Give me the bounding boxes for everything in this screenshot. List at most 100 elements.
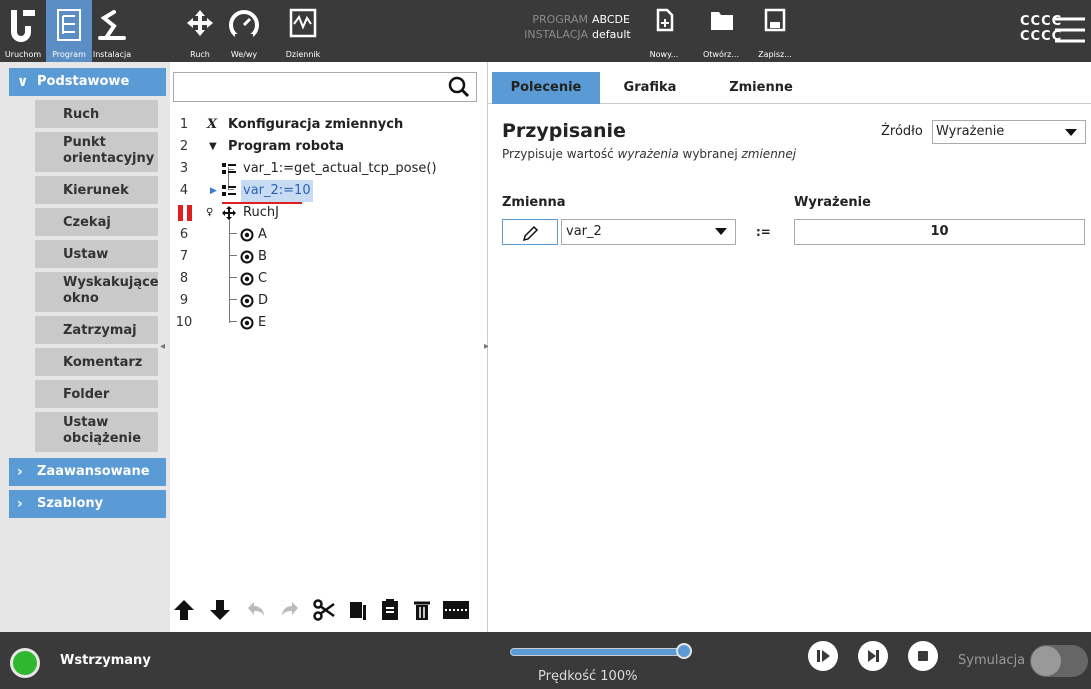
chevron-down-icon: ∨	[17, 74, 29, 90]
robot-status-icon[interactable]	[10, 648, 40, 678]
command-label: Wyskakujące okno	[63, 275, 159, 306]
tree-row-selected[interactable]: 4 ▶ var_2:=10	[170, 180, 488, 202]
expand-down-icon[interactable]: ▼	[209, 136, 217, 158]
desc-text: Przypisuje wartość	[502, 147, 618, 161]
command-comment[interactable]: Komentarz	[35, 348, 158, 378]
waypoint-icon	[240, 250, 254, 264]
tab-run[interactable]: Uruchom	[0, 0, 46, 62]
command-label: Folder	[63, 387, 110, 402]
tab-command[interactable]: Polecenie	[492, 72, 600, 104]
command-move[interactable]: Ruch	[35, 100, 158, 130]
tab-log[interactable]: Dziennik	[282, 0, 324, 62]
tree-row[interactable]: ♀ RuchJ	[170, 202, 488, 224]
open-program-button[interactable]: Otwórz...	[698, 0, 744, 62]
source-select[interactable]: Wyrażenie	[932, 120, 1086, 144]
suppress-icon[interactable]	[442, 598, 470, 622]
installation-label: INSTALACJA	[524, 28, 588, 41]
command-popup[interactable]: Wyskakujące okno	[35, 272, 159, 314]
collapse-pin-icon[interactable]: ♀	[206, 202, 213, 224]
move-down-icon[interactable]	[208, 598, 232, 622]
tab-run-label: Uruchom	[4, 50, 42, 59]
waypoint-icon	[240, 228, 254, 242]
line-number: 3	[179, 161, 189, 176]
installation-name: default	[592, 28, 631, 41]
program-info: PROGRAM ABCDE INSTALACJA default	[512, 12, 631, 42]
speed-slider-handle[interactable]	[676, 643, 692, 659]
tab-variables[interactable]: Zmienne	[706, 72, 816, 104]
tree-row[interactable]: 6 A	[170, 224, 488, 246]
tree-row[interactable]: 3 var_1:=get_actual_tcp_pose()	[170, 158, 488, 180]
move-up-icon[interactable]	[172, 598, 196, 622]
toggle-knob	[1031, 646, 1061, 676]
command-direction[interactable]: Kierunek	[35, 176, 158, 206]
tab-graphics[interactable]: Grafika	[600, 72, 700, 104]
line-number: 10	[175, 315, 193, 330]
robot-arm-icon	[98, 10, 126, 40]
tree-row-text: A	[258, 227, 267, 242]
move-joint-icon	[222, 206, 236, 220]
category-templates[interactable]: › Szablony	[9, 490, 166, 518]
speed-slider-track[interactable]	[510, 648, 686, 656]
paste-icon[interactable]	[378, 598, 402, 622]
new-program-label: Nowy...	[649, 50, 679, 59]
copy-icon[interactable]	[346, 598, 370, 622]
variable-select[interactable]: var_2	[561, 219, 736, 245]
redo-icon[interactable]	[278, 598, 302, 622]
command-set[interactable]: Ustaw	[35, 240, 158, 270]
tree-row[interactable]: 7 B	[170, 246, 488, 268]
undo-icon[interactable]	[244, 598, 268, 622]
tree-row-text: E	[258, 315, 267, 330]
delete-icon[interactable]	[410, 598, 434, 622]
hamburger-menu-icon[interactable]	[1055, 16, 1085, 44]
tab-installation[interactable]: Instalacja	[92, 0, 132, 62]
category-advanced-label: Zaawansowane	[37, 464, 150, 479]
stop-button[interactable]	[908, 641, 938, 671]
detail-tabs: Polecenie Grafika Zmienne	[488, 72, 1091, 104]
command-palette: ∨ Podstawowe Ruch Punkt orientacyjny Kie…	[0, 62, 170, 632]
category-basic[interactable]: ∨ Podstawowe	[9, 68, 166, 96]
move-arrows-icon	[187, 10, 213, 36]
command-label: Zatrzymaj	[63, 323, 137, 338]
category-basic-label: Podstawowe	[37, 74, 130, 89]
tree-row[interactable]: 10 E	[170, 312, 488, 334]
category-advanced[interactable]: › Zaawansowane	[9, 458, 166, 486]
search-icon[interactable]	[448, 76, 470, 98]
command-label: Ustaw obciążenie	[63, 415, 142, 446]
command-waypoint[interactable]: Punkt orientacyjny	[35, 132, 158, 174]
cut-icon[interactable]	[312, 598, 336, 622]
tab-move[interactable]: Ruch	[180, 0, 220, 62]
save-program-button[interactable]: Zapisz...	[752, 0, 798, 62]
log-chart-icon	[289, 8, 317, 38]
tab-io-label: We/wy	[230, 50, 258, 59]
edit-variable-button[interactable]	[502, 219, 558, 245]
command-set-payload[interactable]: Ustaw obciążenie	[35, 412, 158, 454]
tab-log-label: Dziennik	[285, 50, 321, 59]
command-halt[interactable]: Zatrzymaj	[35, 316, 158, 346]
search-input[interactable]	[173, 72, 477, 102]
command-label: Kierunek	[63, 183, 129, 198]
play-button[interactable]	[808, 641, 838, 671]
tab-program[interactable]: Program	[46, 0, 92, 62]
tree-row-text: Konfiguracja zmiennych	[228, 117, 404, 132]
program-name: ABCDE	[592, 13, 630, 26]
tree-row-text: C	[258, 271, 268, 286]
tree-row[interactable]: 1 X Konfiguracja zmiennych	[170, 114, 488, 136]
simulation-toggle[interactable]	[1030, 645, 1088, 677]
tree-row[interactable]: 9 D	[170, 290, 488, 312]
waypoint-icon	[240, 316, 254, 330]
simulation-label: Symulacja	[958, 653, 1026, 668]
tree-row[interactable]: 2 ▼ Program robota	[170, 136, 488, 158]
waypoint-icon	[240, 294, 254, 308]
step-button[interactable]	[858, 641, 888, 671]
line-number: 6	[179, 227, 189, 242]
category-templates-label: Szablony	[37, 496, 104, 511]
new-program-button[interactable]: Nowy...	[644, 0, 684, 62]
chevron-right-icon: ›	[17, 464, 23, 480]
tab-io[interactable]: We/wy	[220, 0, 268, 62]
command-wait[interactable]: Czekaj	[35, 208, 158, 238]
expression-field[interactable]: 10	[794, 219, 1085, 245]
tree-row-text: var_2:=10	[241, 180, 313, 202]
current-line-pointer-icon: ▶	[210, 186, 217, 196]
tree-row[interactable]: 8 C	[170, 268, 488, 290]
command-folder[interactable]: Folder	[35, 380, 158, 410]
